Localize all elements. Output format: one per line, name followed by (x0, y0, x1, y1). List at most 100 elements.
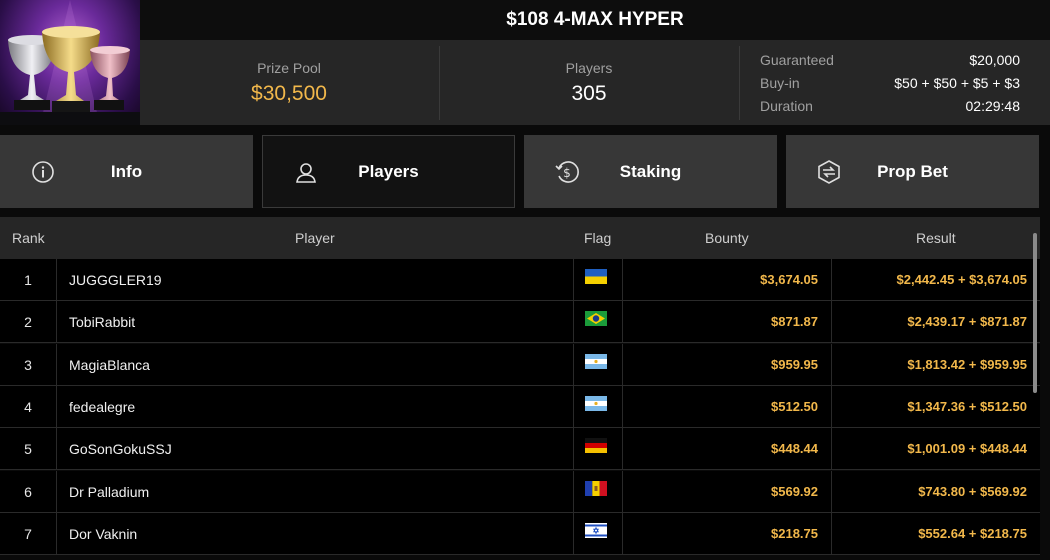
prop-bet-icon (818, 160, 840, 184)
buy-in-label: Buy-in (760, 75, 800, 91)
player-name: GoSonGokuSSJ (69, 441, 172, 458)
divider (573, 301, 574, 344)
result-cell: $1,813.42 + $959.95 (907, 356, 1027, 372)
table-row[interactable]: 3 MagiaBlanca $959.95 $1,813.42 + $959.95 (0, 343, 1040, 386)
tab-prop-bet[interactable]: Prop Bet (786, 135, 1039, 208)
rank-cell: 4 (24, 398, 32, 415)
player-name: fedealegre (69, 398, 136, 415)
players-label: Players (565, 60, 613, 76)
divider (831, 301, 832, 344)
divider (573, 385, 574, 428)
divider (573, 343, 574, 386)
bounty-cell: $959.95 (771, 356, 818, 372)
tab-players[interactable]: Players (262, 135, 515, 208)
result-cell: $1,347.36 + $512.50 (907, 398, 1027, 414)
info-icon (32, 161, 54, 183)
divider (56, 301, 57, 344)
result-cell: $2,439.17 + $871.87 (907, 314, 1027, 330)
player-name: Dor Vaknin (69, 525, 138, 542)
guaranteed-value: $20,000 (969, 52, 1020, 68)
divider (831, 470, 832, 513)
guaranteed-label: Guaranteed (760, 52, 834, 68)
duration-value: 02:29:48 (965, 98, 1021, 114)
result-cell: $2,442.45 + $3,674.05 (896, 272, 1027, 287)
divider (739, 46, 740, 120)
flag-moldova-icon (585, 480, 607, 496)
guaranteed-row: Guaranteed $20,000 (760, 49, 1020, 72)
result-cell: $552.64 + $218.75 (918, 525, 1027, 541)
divider (622, 343, 623, 386)
flag-germany-icon (585, 438, 607, 454)
duration-label: Duration (760, 98, 813, 114)
bounty-cell: $512.50 (771, 398, 818, 414)
tab-info[interactable]: Info (0, 135, 253, 208)
bounty-cell: $569.92 (771, 483, 818, 499)
flag-brazil-icon (585, 311, 607, 327)
rank-cell: 7 (24, 525, 32, 542)
prize-pool-value: $30,500 (251, 82, 327, 105)
flag-header[interactable]: Flag (584, 217, 611, 259)
table-row[interactable]: 4 fedealegre $512.50 $1,347.36 + $512.50 (0, 385, 1040, 428)
player-name: TobiRabbit (69, 314, 136, 331)
trophy-image (0, 0, 140, 125)
flag-ukraine-icon (585, 269, 607, 284)
bounty-cell: $218.75 (771, 525, 818, 541)
divider (831, 428, 832, 471)
divider (56, 512, 57, 555)
rank-cell: 2 (24, 314, 32, 331)
result-header[interactable]: Result (916, 217, 956, 259)
tournament-details: Guaranteed $20,000 Buy-in $50 + $50 + $5… (760, 49, 1020, 118)
divider (831, 385, 832, 428)
bounty-header[interactable]: Bounty (705, 217, 749, 259)
prize-pool-label: Prize Pool (257, 60, 321, 76)
table-row[interactable]: 6 Dr Palladium $569.92 $743.80 + $569.92 (0, 470, 1040, 513)
table-row[interactable]: 7 Dor Vaknin $218.75 $552.64 + $218.75 (0, 512, 1040, 555)
result-cell: $743.80 + $569.92 (918, 483, 1027, 499)
divider (573, 259, 574, 301)
rank-cell: 1 (24, 272, 32, 288)
table-row[interactable]: 2 TobiRabbit $871.87 $2,439.17 + $871.87 (0, 301, 1040, 344)
table-row[interactable]: 1 JUGGGLER19 $3,674.05 $2,442.45 + $3,674.0… (0, 259, 1040, 301)
table-row[interactable]: 5 GoSonGokuSSJ $448.44 $1,001.09 + $448.44 (0, 428, 1040, 471)
divider (622, 428, 623, 471)
user-icon (296, 163, 316, 183)
bounty-cell: $871.87 (771, 314, 818, 330)
divider (56, 259, 57, 301)
divider (622, 385, 623, 428)
tournament-header: $108 4-MAX HYPER Prize Pool $30,500 Play… (0, 0, 1050, 125)
divider (831, 512, 832, 555)
rank-header[interactable]: Rank (12, 217, 45, 259)
dollar-cycle-icon: $ (555, 161, 579, 183)
divider (622, 470, 623, 513)
divider (622, 512, 623, 555)
divider (831, 343, 832, 386)
divider (56, 428, 57, 471)
divider (56, 470, 57, 513)
divider (56, 343, 57, 386)
rank-cell: 6 (24, 483, 32, 500)
rank-cell: 3 (24, 356, 32, 373)
divider (622, 259, 623, 301)
duration-row: Duration 02:29:48 (760, 95, 1020, 118)
divider (573, 428, 574, 471)
divider (622, 301, 623, 344)
rank-cell: 5 (24, 441, 32, 458)
flag-israel-icon (585, 522, 607, 538)
buy-in-row: Buy-in $50 + $50 + $5 + $3 (760, 72, 1020, 95)
flag-argentina-icon (585, 395, 607, 411)
divider (831, 259, 832, 301)
divider (56, 385, 57, 428)
buy-in-value: $50 + $50 + $5 + $3 (894, 75, 1020, 91)
svg-text:$: $ (563, 166, 571, 180)
flag-argentina-icon (585, 353, 607, 369)
player-header[interactable]: Player (295, 217, 335, 259)
bounty-cell: $3,674.05 (760, 272, 818, 287)
scrollbar[interactable] (1033, 233, 1037, 393)
player-name: MagiaBlanca (69, 356, 150, 373)
bounty-cell: $448.44 (771, 441, 818, 457)
tournament-title: $108 4-MAX HYPER (140, 0, 1050, 40)
prize-pool-stat: Prize Pool $30,500 (140, 46, 438, 120)
players-stat: Players 305 (440, 46, 738, 120)
tab-staking[interactable]: $ Staking (524, 135, 777, 208)
players-value: 305 (571, 82, 607, 105)
